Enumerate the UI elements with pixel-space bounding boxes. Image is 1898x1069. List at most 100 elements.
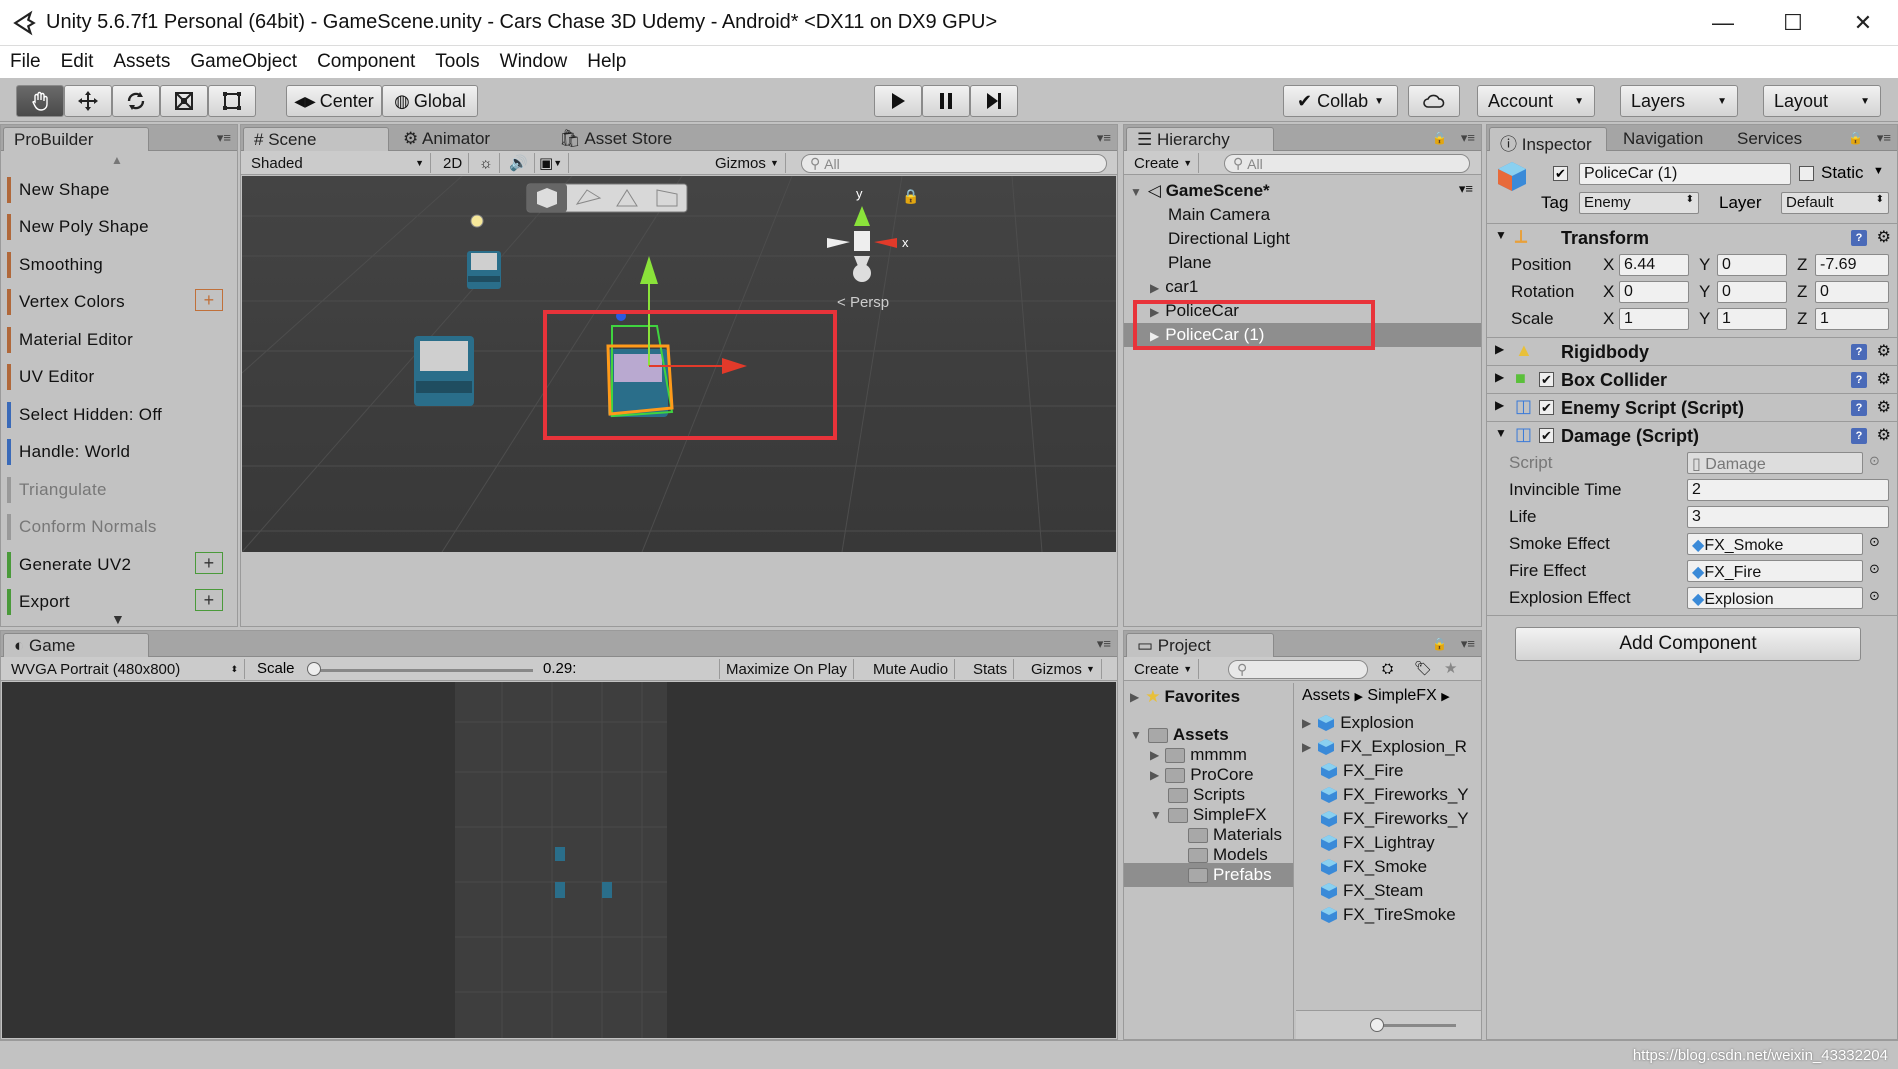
directional-light-icon[interactable] (470, 214, 484, 228)
add-component-button[interactable]: Add Component (1515, 627, 1861, 661)
favorites-node[interactable]: ▶ ★ Favorites (1130, 685, 1240, 709)
enemy-script-header[interactable]: ▶ ◫ ✔ Enemy Script (Script) ? ⚙ (1487, 393, 1897, 421)
hierarchy-item-main-camera[interactable]: Main Camera (1124, 203, 1481, 227)
pb-smoothing[interactable]: Smoothing (7, 252, 231, 278)
tag-dropdown[interactable]: Enemy ⬍ (1579, 192, 1699, 214)
panel-menu-icon[interactable]: ▾≡ (1097, 130, 1111, 146)
hierarchy-item-car1[interactable]: ▶ car1 (1124, 275, 1481, 299)
tab-project[interactable]: ▭ Project (1126, 633, 1274, 657)
mute-audio-toggle[interactable]: Mute Audio (867, 659, 956, 679)
pb-conform-normals[interactable]: Conform Normals (7, 514, 231, 540)
list-item[interactable]: FX_Fireworks_Y (1320, 807, 1469, 831)
pb-vertex-colors[interactable]: Vertex Colors + (7, 289, 231, 315)
pb-triangulate[interactable]: Triangulate (7, 477, 231, 503)
scene-menu-icon[interactable]: ▾≡ (1459, 181, 1473, 197)
pb-material-editor[interactable]: Material Editor (7, 327, 231, 353)
expand-arrow-icon[interactable]: ▼ (1495, 426, 1507, 440)
play-button[interactable] (874, 85, 922, 117)
breadcrumb-assets[interactable]: Assets (1302, 687, 1350, 704)
account-dropdown[interactable]: Account ▼ (1477, 85, 1595, 117)
life-field[interactable]: 3 (1687, 506, 1889, 528)
invincible-time-field[interactable]: 2 (1687, 479, 1889, 501)
generate-uv2-options-button[interactable]: + (195, 552, 223, 574)
hand-tool-button[interactable] (16, 85, 64, 117)
pb-new-poly-shape[interactable]: New Poly Shape (7, 214, 231, 240)
hierarchy-search-input[interactable]: ⚲ All (1224, 154, 1470, 173)
pb-new-shape[interactable]: New Shape (7, 177, 231, 203)
expand-arrow-icon[interactable]: ▶ (1495, 370, 1504, 384)
scene-gizmos-dropdown[interactable]: Gizmos ▼ (709, 153, 786, 173)
gear-icon[interactable]: ⚙ (1877, 425, 1891, 445)
menu-help[interactable]: Help (587, 51, 626, 73)
help-icon[interactable]: ? (1851, 372, 1867, 388)
tab-scene[interactable]: # Scene (243, 127, 389, 151)
expand-arrow-icon[interactable]: ▶ (1150, 281, 1159, 295)
rotation-x-field[interactable]: 0 (1619, 281, 1689, 303)
breadcrumb-simplefx[interactable]: SimpleFX (1367, 687, 1436, 704)
icon-size-slider-thumb[interactable] (1370, 1018, 1384, 1032)
expand-arrow-icon[interactable]: ▶ (1150, 748, 1159, 762)
gear-icon[interactable]: ⚙ (1877, 397, 1891, 417)
scale-slider-thumb[interactable] (307, 662, 321, 676)
help-icon[interactable]: ? (1851, 230, 1867, 246)
position-z-field[interactable]: -7.69 (1815, 254, 1889, 276)
persp-label[interactable]: < Persp (837, 294, 889, 311)
maximize-on-play-toggle[interactable]: Maximize On Play (719, 659, 854, 679)
explosion-effect-field[interactable]: ◆Explosion (1687, 587, 1863, 609)
help-icon[interactable]: ? (1851, 400, 1867, 416)
folder-prefabs[interactable]: Prefabs (1124, 863, 1293, 887)
layout-dropdown[interactable]: Layout ▼ (1763, 85, 1881, 117)
pb-uv-editor[interactable]: UV Editor (7, 364, 231, 390)
scroll-up-icon[interactable]: ▲ (111, 153, 123, 167)
layer-dropdown[interactable]: Default ⬍ (1781, 192, 1889, 214)
list-item[interactable]: FX_Smoke (1320, 855, 1427, 879)
rotate-tool-button[interactable] (112, 85, 160, 117)
tab-animator[interactable]: ⚙ Animator (393, 127, 500, 151)
project-create-dropdown[interactable]: Create ▼ (1128, 659, 1200, 679)
hierarchy-item-directional-light[interactable]: Directional Light (1124, 227, 1481, 251)
scene-viewport[interactable]: y x < Persp 🔒 (242, 176, 1116, 552)
menu-window[interactable]: Window (500, 51, 568, 73)
police-car-model[interactable] (414, 336, 474, 406)
list-item[interactable]: FX_TireSmoke (1320, 903, 1456, 927)
object-name-field[interactable]: PoliceCar (1) (1579, 163, 1791, 185)
lock-icon[interactable]: 🔒 (1432, 637, 1447, 651)
scale-z-field[interactable]: 1 (1815, 308, 1889, 330)
probuilder-select-mode-toolbar[interactable] (526, 183, 688, 213)
box-collider-header[interactable]: ▶ ■ ✔ Box Collider ? ⚙ (1487, 365, 1897, 393)
panel-menu-icon[interactable]: ▾≡ (217, 130, 231, 146)
transform-header[interactable]: ▼ ⟂ Transform ? ⚙ (1487, 223, 1897, 251)
tab-inspector[interactable]: ⓘ Inspector (1489, 127, 1607, 154)
tab-asset-store[interactable]: 🛍 Asset Store (549, 127, 682, 151)
pivot-center-button[interactable]: ◀▶ Center (286, 85, 382, 117)
export-options-button[interactable]: + (195, 589, 223, 611)
list-item[interactable]: FX_Steam (1320, 879, 1423, 903)
help-icon[interactable]: ? (1851, 344, 1867, 360)
move-tool-button[interactable] (64, 85, 112, 117)
expand-arrow-icon[interactable]: ▶ (1495, 342, 1504, 356)
gear-icon[interactable]: ⚙ (1877, 341, 1891, 361)
static-checkbox[interactable] (1799, 166, 1814, 181)
pivot-global-button[interactable]: ◍ Global (382, 85, 478, 117)
filter-type-icon[interactable]: ⛭ (1382, 660, 1393, 677)
tab-probuilder[interactable]: ProBuilder (3, 127, 149, 151)
object-picker-icon[interactable]: ⊙ (1869, 534, 1880, 550)
maximize-button[interactable]: ☐ (1758, 0, 1828, 46)
chevron-down-icon[interactable]: ▼ (1873, 165, 1884, 177)
stats-toggle[interactable]: Stats (967, 659, 1015, 679)
shading-dropdown[interactable]: Shaded ▼ (245, 153, 431, 173)
expand-arrow-icon[interactable]: ▶ (1302, 740, 1311, 754)
tab-game[interactable]: ◐ Game (3, 633, 149, 657)
list-item[interactable]: FX_Fire (1320, 759, 1403, 783)
object-picker-icon[interactable]: ⊙ (1869, 561, 1880, 577)
scroll-down-icon[interactable]: ▼ (111, 611, 125, 626)
2d-toggle[interactable]: 2D (437, 153, 470, 173)
car1-model[interactable] (467, 251, 501, 289)
pb-generate-uv2[interactable]: Generate UV2 + (7, 552, 231, 578)
expand-arrow-icon[interactable]: ▼ (1150, 808, 1162, 822)
list-item[interactable]: FX_Lightray (1320, 831, 1435, 855)
expand-arrow-icon[interactable]: ▶ (1302, 716, 1311, 730)
list-item[interactable]: ▶ Explosion (1302, 711, 1414, 735)
expand-arrow-icon[interactable]: ▶ (1495, 398, 1504, 412)
menu-edit[interactable]: Edit (61, 51, 94, 73)
